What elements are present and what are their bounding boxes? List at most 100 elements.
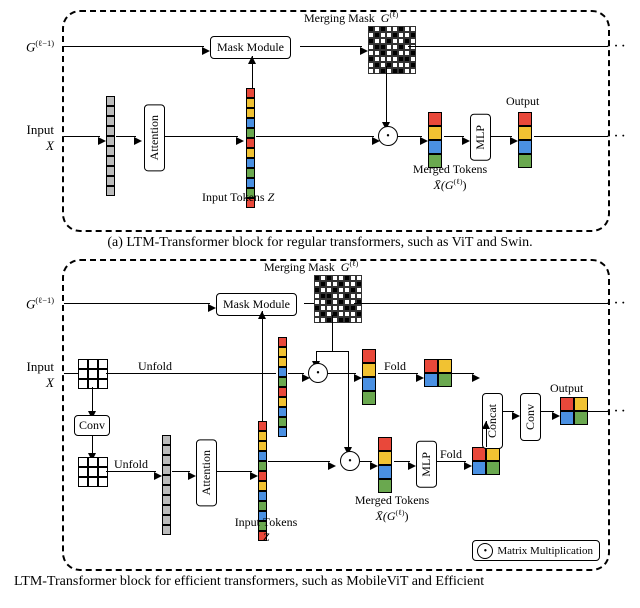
- merging-mask-label: Merging Mask G(ℓ): [264, 259, 358, 275]
- line: [354, 303, 608, 304]
- caption-a: (a) LTM-Transformer block for regular tr…: [10, 235, 630, 251]
- merging-mask-icon: [368, 26, 416, 74]
- line: [316, 351, 348, 352]
- unfold-label-lower: Unfold: [114, 457, 148, 472]
- line: [116, 136, 136, 137]
- arrow: [510, 132, 518, 148]
- line: [268, 461, 330, 462]
- matmul-icon: [308, 363, 328, 383]
- ellipsis-icon: ···: [606, 295, 628, 313]
- mlp-box: MLP: [416, 441, 437, 488]
- arrow: [462, 132, 470, 148]
- line: [408, 46, 608, 47]
- input-label: Input X: [6, 122, 54, 154]
- line: [332, 315, 333, 351]
- fold-label-lower: Fold: [440, 447, 462, 462]
- figure-a: Merging Mask G(ℓ) G(ℓ−1) Mask Module ···: [10, 10, 630, 251]
- arrow: [512, 407, 520, 423]
- g-prev-label: G(ℓ−1): [6, 38, 54, 55]
- figure-b-box: Merging Mask G(ℓ) G(ℓ−1) Mask Module ···: [62, 259, 610, 571]
- arrow: [420, 132, 428, 148]
- line: [64, 46, 204, 47]
- figure-a-box: Merging Mask G(ℓ) G(ℓ−1) Mask Module ···: [62, 10, 610, 232]
- arrow: [482, 417, 490, 433]
- line: [64, 303, 210, 304]
- merged-tokens-label: Merged Tokens X̄(G(ℓ)): [332, 493, 452, 524]
- line: [304, 303, 314, 304]
- line: [386, 66, 387, 122]
- conv-box: Conv: [74, 415, 110, 436]
- line: [490, 136, 512, 137]
- line: [534, 136, 608, 137]
- input-token-strip: [106, 96, 115, 196]
- unfold-label: Unfold: [138, 359, 172, 374]
- arrow: [258, 307, 266, 323]
- line: [444, 136, 464, 137]
- merging-mask-label: Merging Mask G(ℓ): [304, 10, 398, 26]
- arrow: [416, 369, 424, 385]
- matmul-legend: Matrix Multiplication: [472, 540, 600, 561]
- line: [348, 351, 349, 447]
- line: [256, 136, 374, 137]
- conv-grid-icon: [78, 457, 108, 487]
- caption-b: LTM-Transformer block for efficient tran…: [10, 574, 630, 590]
- line: [64, 136, 100, 137]
- arrow: [328, 457, 336, 473]
- output-tokens: [518, 112, 532, 168]
- arrow: [208, 299, 216, 315]
- merging-mask-icon: [314, 275, 362, 323]
- input-tokens-label: Input TokensZ: [216, 515, 316, 545]
- ellipsis-icon: ···: [606, 128, 628, 146]
- mlp-box: MLP: [470, 114, 491, 161]
- line: [398, 136, 422, 137]
- matmul-icon: [378, 126, 398, 146]
- arrow: [98, 132, 106, 148]
- arrow: [552, 407, 560, 423]
- folded-tile-lower: [472, 447, 500, 475]
- arrow: [154, 467, 162, 483]
- input-label: Input X: [6, 359, 54, 391]
- conv-box-out: Conv: [520, 393, 541, 441]
- line: [64, 373, 78, 374]
- arrow: [188, 467, 196, 483]
- merged-tokens-label: Merged Tokens X̄(G(ℓ)): [400, 162, 500, 193]
- gray-token-strip: [162, 435, 171, 535]
- arrow: [464, 457, 472, 473]
- input-grid-icon: [78, 359, 108, 389]
- line: [216, 471, 252, 472]
- ellipsis-icon: ···: [606, 403, 628, 421]
- line: [106, 373, 276, 374]
- line: [262, 311, 263, 427]
- output-label: Output: [550, 381, 583, 396]
- arrow: [354, 369, 362, 385]
- folded-tile-upper: [424, 359, 452, 387]
- arrow: [360, 42, 368, 58]
- token-strip-upper: [278, 337, 287, 437]
- output-tile: [560, 397, 588, 425]
- ellipsis-icon: ···: [606, 38, 628, 56]
- merged-tokens: [428, 112, 442, 168]
- merged-tokens-lower: [378, 437, 392, 493]
- mask-module-box: Mask Module: [216, 293, 297, 316]
- line: [452, 373, 474, 374]
- output-label: Output: [506, 94, 539, 109]
- line: [300, 46, 362, 47]
- line: [588, 411, 608, 412]
- arrow: [250, 467, 258, 483]
- arrow: [370, 457, 378, 473]
- line: [164, 136, 238, 137]
- figure-b: Merging Mask G(ℓ) G(ℓ−1) Mask Module ···: [10, 259, 630, 590]
- arrow: [134, 132, 142, 148]
- line: [328, 373, 356, 374]
- fold-label: Fold: [384, 359, 406, 374]
- arrow: [408, 457, 416, 473]
- attention-box: Attention: [196, 439, 217, 506]
- merged-tokens-upper: [362, 349, 376, 405]
- g-prev-label: G(ℓ−1): [6, 295, 54, 312]
- arrow: [472, 369, 480, 385]
- attention-box: Attention: [144, 104, 165, 171]
- arrow: [236, 132, 244, 148]
- matmul-icon: [340, 451, 360, 471]
- input-tokens-label: Input Tokens Z: [202, 190, 274, 205]
- arrow: [248, 52, 256, 68]
